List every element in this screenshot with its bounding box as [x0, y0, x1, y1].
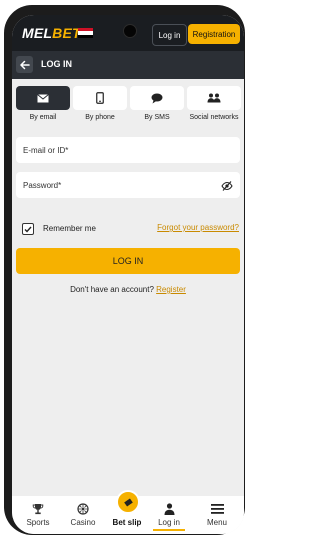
- tab-by-sms[interactable]: [130, 86, 184, 110]
- page-title: LOG IN: [41, 59, 72, 69]
- melbet-logo[interactable]: MELBET: [22, 25, 81, 41]
- phone-frame: MELBET Log in Registration LOG IN By ema…: [4, 5, 245, 535]
- envelope-icon: [37, 93, 49, 102]
- top-bar: MELBET Log in Registration: [12, 15, 244, 51]
- nav-label-sports: Sports: [26, 518, 50, 527]
- email-placeholder: E-mail or ID*: [23, 146, 69, 155]
- egypt-flag-icon[interactable]: [78, 28, 93, 38]
- register-link[interactable]: Register: [156, 285, 186, 294]
- roulette-icon: [77, 501, 89, 516]
- ticket-icon: [123, 497, 133, 507]
- active-tab-indicator: [153, 529, 185, 531]
- no-account-line: Don't have an account? Register: [12, 285, 244, 294]
- screen: MELBET Log in Registration LOG IN By ema…: [12, 15, 244, 534]
- tab-by-email[interactable]: [16, 86, 70, 110]
- remember-me-checkbox[interactable]: [22, 223, 34, 235]
- logo-text-mel: MEL: [22, 25, 53, 41]
- tab-label-by-email: By email: [29, 114, 57, 121]
- email-field[interactable]: E-mail or ID*: [16, 137, 240, 163]
- arrow-left-icon: [19, 60, 30, 69]
- nav-sports[interactable]: Sports: [16, 498, 60, 530]
- login-submit-button[interactable]: LOG IN: [16, 248, 240, 274]
- nav-label-casino: Casino: [70, 518, 96, 527]
- no-account-text: Don't have an account?: [70, 285, 154, 294]
- back-button[interactable]: [16, 56, 33, 73]
- password-field[interactable]: Password*: [16, 172, 240, 198]
- front-camera: [123, 24, 137, 38]
- password-placeholder: Password*: [23, 181, 62, 190]
- trophy-icon: [32, 501, 44, 516]
- tab-label-by-sms: By SMS: [144, 114, 170, 121]
- logo-text-bet: BET: [52, 25, 81, 41]
- nav-casino[interactable]: Casino: [61, 498, 105, 530]
- eye-slash-icon[interactable]: [221, 179, 233, 197]
- person-icon: [164, 501, 175, 516]
- remember-me-label: Remember me: [43, 224, 96, 233]
- phone-icon: [96, 92, 104, 104]
- top-login-button[interactable]: Log in: [152, 24, 187, 46]
- nav-label-menu: Menu: [206, 518, 227, 527]
- tab-by-phone[interactable]: [73, 86, 127, 110]
- top-register-button[interactable]: Registration: [188, 24, 240, 44]
- chat-bubble-icon: [151, 93, 163, 103]
- tab-label-social-networks: Social networks: [189, 114, 239, 121]
- nav-log-in[interactable]: Log in: [147, 498, 191, 530]
- forgot-password-link[interactable]: Forgot your password?: [157, 223, 239, 232]
- nav-menu[interactable]: Menu: [195, 498, 239, 530]
- people-icon: [207, 93, 221, 103]
- checkmark-icon: [24, 226, 32, 233]
- nav-label-bet-slip: Bet slip: [112, 518, 142, 527]
- bet-slip-badge[interactable]: [116, 490, 140, 514]
- page-header: LOG IN: [12, 51, 244, 79]
- menu-icon: [210, 501, 224, 516]
- nav-label-log-in: Log in: [158, 518, 180, 527]
- tab-social-networks[interactable]: [187, 86, 241, 110]
- tab-label-by-phone: By phone: [85, 114, 115, 121]
